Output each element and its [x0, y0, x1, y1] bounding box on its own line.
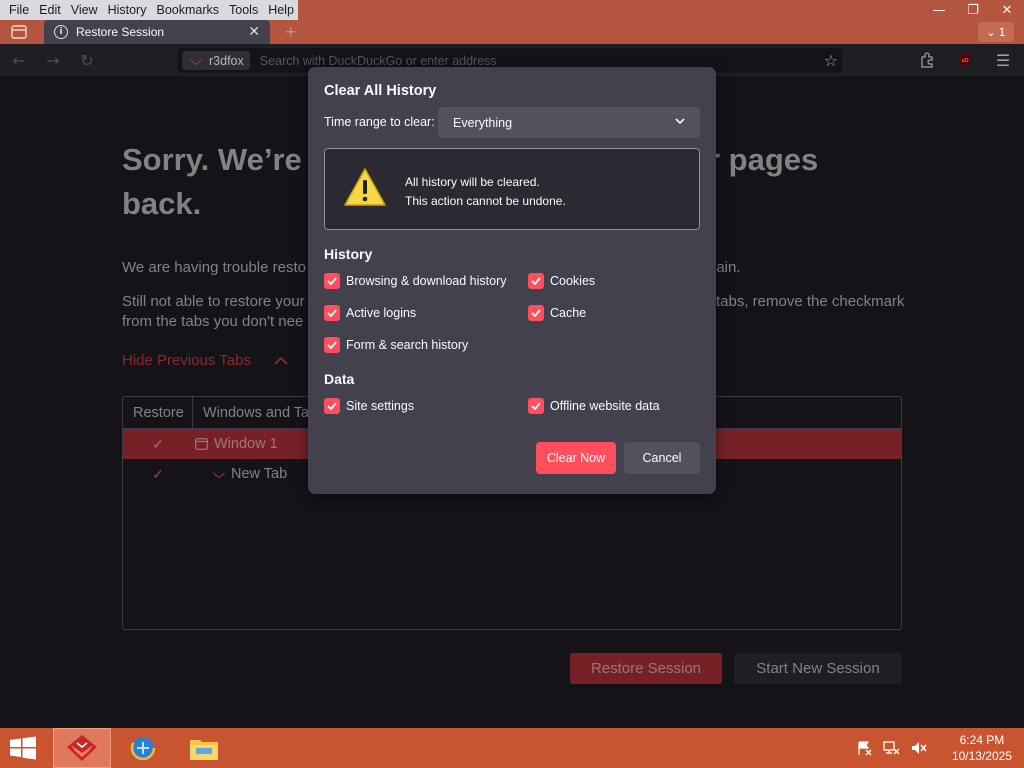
checkbox-label: Active logins: [346, 306, 417, 320]
checkbox-cache[interactable]: Cache: [528, 305, 586, 321]
r3dfox-app-icon: [67, 735, 97, 761]
file-explorer-icon: [190, 740, 218, 760]
minimize-icon[interactable]: —: [922, 0, 956, 20]
checkbox-label: Cache: [550, 306, 587, 320]
checkbox-checked-icon[interactable]: [528, 398, 544, 414]
warning-line1: All history will be cleared.: [405, 175, 540, 189]
tab-title: Restore Session: [76, 25, 165, 39]
cancel-button[interactable]: Cancel: [624, 442, 700, 474]
menu-bookmarks[interactable]: Bookmarks: [151, 0, 224, 20]
title-bar: File Edit View History Bookmarks Tools H…: [0, 0, 1024, 44]
firefox-view-icon[interactable]: [8, 22, 30, 42]
close-icon[interactable]: ✕: [990, 0, 1024, 20]
warning-line2: This action cannot be undone.: [405, 194, 566, 208]
clear-history-dialog: Clear All History Time range to clear: E…: [308, 67, 716, 494]
chevron-down-icon: [675, 118, 685, 125]
menu-help[interactable]: Help: [263, 0, 299, 20]
menu-edit[interactable]: Edit: [34, 0, 66, 20]
volume-muted-icon[interactable]: [910, 740, 928, 756]
time-range-value: Everything: [453, 115, 513, 130]
taskbar-internet-explorer[interactable]: [114, 728, 172, 768]
clear-now-button[interactable]: Clear Now: [536, 442, 616, 474]
info-icon: i: [54, 25, 68, 39]
checkbox-browsing-history[interactable]: Browsing & download history: [324, 273, 507, 289]
action-center-flag-icon[interactable]: [856, 740, 872, 756]
new-tab-icon[interactable]: +: [284, 22, 297, 41]
menu-view[interactable]: View: [66, 0, 103, 20]
checkbox-checked-icon[interactable]: [324, 305, 340, 321]
menu-bar: File Edit View History Bookmarks Tools H…: [0, 0, 298, 20]
windows-start-icon[interactable]: [8, 736, 38, 760]
history-section-heading: History: [324, 246, 373, 262]
taskbar-file-explorer[interactable]: [175, 728, 233, 768]
checkbox-active-logins[interactable]: Active logins: [324, 305, 416, 321]
tab-close-icon[interactable]: ✕: [248, 24, 260, 40]
internet-explorer-icon: [130, 735, 156, 761]
menu-file[interactable]: File: [4, 0, 34, 20]
checkbox-label: Cookies: [550, 274, 596, 288]
checkbox-checked-icon[interactable]: [528, 305, 544, 321]
time-range-label: Time range to clear:: [324, 115, 435, 129]
taskbar: 6:24 PM 10/13/2025: [0, 728, 1024, 768]
restore-icon[interactable]: ❐: [956, 0, 990, 20]
clock-time: 6:24 PM: [959, 733, 1005, 747]
checkbox-checked-icon[interactable]: [324, 337, 340, 353]
chevron-down-icon: ⌄: [986, 25, 996, 39]
checkbox-checked-icon[interactable]: [528, 273, 544, 289]
checkbox-label: Browsing & download history: [346, 274, 507, 288]
checkbox-label: Form & search history: [346, 338, 469, 352]
checkbox-cookies[interactable]: Cookies: [528, 273, 595, 289]
checkbox-offline-website-data[interactable]: Offline website data: [528, 398, 660, 414]
list-all-tabs-button[interactable]: ⌄ 1: [978, 22, 1014, 42]
checkbox-checked-icon[interactable]: [324, 273, 340, 289]
time-range-select[interactable]: Everything: [438, 107, 700, 138]
tab-count: 1: [998, 25, 1006, 39]
checkbox-form-search-history[interactable]: Form & search history: [324, 337, 468, 353]
tab-restore-session[interactable]: i Restore Session ✕: [44, 20, 270, 44]
warning-box: All history will be cleared. This action…: [324, 148, 700, 230]
warning-icon: [344, 168, 386, 206]
menu-history[interactable]: History: [103, 0, 152, 20]
window-controls: — ❐ ✕: [922, 0, 1024, 20]
data-section-heading: Data: [324, 371, 355, 387]
menu-tools[interactable]: Tools: [224, 0, 263, 20]
clock-date: 10/13/2025: [951, 749, 1012, 763]
clock[interactable]: 6:24 PM 10/13/2025: [952, 732, 1012, 764]
warning-text: All history will be cleared. This action…: [405, 173, 566, 211]
taskbar-r3dfox[interactable]: [53, 728, 111, 768]
system-tray: 6:24 PM 10/13/2025: [856, 728, 1012, 768]
network-icon[interactable]: [882, 740, 900, 756]
dialog-title: Clear All History: [324, 83, 437, 99]
checkbox-site-settings[interactable]: Site settings: [324, 398, 414, 414]
checkbox-label: Site settings: [346, 399, 415, 413]
checkbox-checked-icon[interactable]: [324, 398, 340, 414]
checkbox-label: Offline website data: [550, 399, 660, 413]
